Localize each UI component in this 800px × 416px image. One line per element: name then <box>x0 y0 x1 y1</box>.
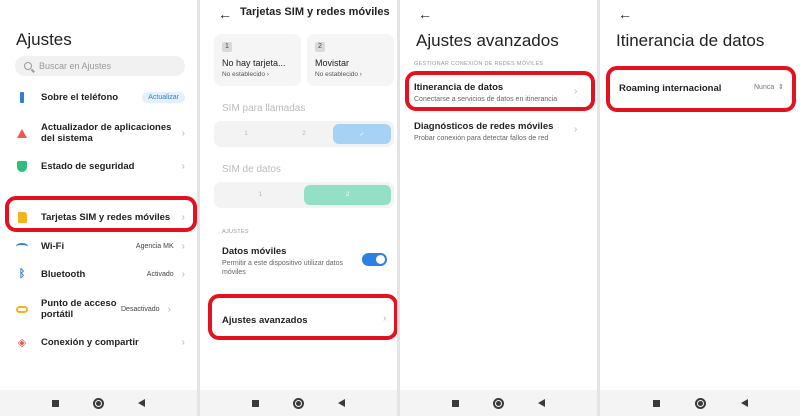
chevron-right-icon: › <box>181 127 185 139</box>
recent-apps-button[interactable] <box>449 396 463 410</box>
settings-item-security[interactable]: Estado de seguridad › <box>16 160 185 172</box>
search-placeholder: Buscar en Ajustes <box>39 61 112 71</box>
sim-status: No establecido › <box>222 71 269 78</box>
page-title: Tarjetas SIM y redes móviles <box>240 6 390 18</box>
back-button[interactable] <box>737 396 751 410</box>
nav-bar <box>0 390 197 416</box>
settings-item-label: Estado de seguridad <box>41 160 135 172</box>
mobile-data-title: Datos móviles <box>222 246 287 257</box>
highlight-roaming-international <box>606 66 796 112</box>
page-title: Ajustes <box>16 30 72 49</box>
phone-icon <box>16 91 28 103</box>
diagnostics-item-description: Probar conexión para detectar fallos de … <box>414 135 549 142</box>
calls-sim-option-1[interactable]: 1 <box>217 124 275 144</box>
recent-apps-button[interactable] <box>649 396 663 410</box>
sim-card-2[interactable]: 2 Movistar No establecido › <box>307 34 394 86</box>
highlight-advanced <box>208 294 397 340</box>
data-sim-option-1[interactable]: 1 <box>217 185 304 205</box>
screenshot-strip: Ajustes Buscar en Ajustes Sobre el teléf… <box>0 0 800 416</box>
back-button[interactable] <box>135 396 149 410</box>
settings-item-label: Bluetooth <box>41 268 86 280</box>
calls-sim-label: SIM para llamadas <box>222 103 306 114</box>
recent-apps-button[interactable] <box>49 396 63 410</box>
settings-item-label: Punto de acceso portátil <box>41 298 117 320</box>
chevron-right-icon: › <box>181 268 185 280</box>
page-title: Ajustes avanzados <box>416 31 559 50</box>
data-sim-label: SIM de datos <box>222 164 281 175</box>
settings-item-app-updater[interactable]: Actualizador de aplicaciones del sistema… <box>16 122 185 144</box>
section-label: AJUSTES <box>222 229 249 235</box>
arrow-up-icon <box>16 127 28 139</box>
settings-item-label: Sobre el teléfono <box>41 91 119 103</box>
panel-ajustes: Ajustes Buscar en Ajustes Sobre el teléf… <box>0 0 200 416</box>
data-sim-selector: 1 2 <box>214 182 394 208</box>
panel-sim-networks: ← Tarjetas SIM y redes móviles 1 No hay … <box>200 0 400 416</box>
settings-item-label: Actualizador de aplicaciones del sistema <box>41 122 172 144</box>
panel-roaming: ← Itinerancia de datos Roaming internaci… <box>600 0 800 416</box>
hotspot-icon <box>16 303 28 315</box>
search-input[interactable]: Buscar en Ajustes <box>15 56 185 76</box>
settings-item-label: Wi-Fi <box>41 240 65 252</box>
highlight-sim <box>5 196 197 232</box>
chevron-right-icon: › <box>167 303 171 315</box>
chevron-right-icon: › <box>181 240 185 252</box>
diagnostics-item-title[interactable]: Diagnósticos de redes móviles <box>414 121 553 132</box>
home-button[interactable] <box>292 396 306 410</box>
chevron-right-icon: › <box>574 124 578 135</box>
nav-bar <box>600 390 800 416</box>
shield-icon <box>16 160 28 172</box>
settings-item-value: Activado <box>146 270 174 278</box>
settings-item-value: Agencia MK <box>135 242 174 250</box>
chevron-right-icon: › <box>181 336 185 348</box>
search-icon <box>24 62 32 70</box>
nav-bar <box>200 390 397 416</box>
back-arrow-icon[interactable]: ← <box>218 6 232 22</box>
nav-bar <box>400 390 597 416</box>
home-button[interactable] <box>92 396 106 410</box>
back-arrow-icon[interactable]: ← <box>618 6 632 22</box>
calls-sim-selector: 1 2 ✓ <box>214 121 394 147</box>
share-icon: ◈ <box>17 336 27 349</box>
highlight-roaming <box>405 71 595 111</box>
panel-advanced: ← Ajustes avanzados GESTIONAR CONEXIÓN D… <box>400 0 600 416</box>
settings-item-about[interactable]: Sobre el teléfono Actualizar <box>16 91 185 103</box>
back-button[interactable] <box>335 396 349 410</box>
wifi-icon <box>16 240 28 252</box>
section-label: GESTIONAR CONEXIÓN DE REDES MÓVILES <box>414 61 544 67</box>
settings-item-hotspot[interactable]: Punto de acceso portátil Desactivado › <box>16 298 185 320</box>
back-button[interactable] <box>535 396 549 410</box>
sim-status: No establecido › <box>315 71 362 78</box>
data-sim-option-2[interactable]: 2 <box>304 185 391 205</box>
page-title: Itinerancia de datos <box>616 31 765 50</box>
sim-name: Movistar <box>315 58 350 68</box>
bluetooth-icon: ᛒ <box>18 268 26 280</box>
settings-item-wifi[interactable]: Wi-Fi Agencia MK › <box>16 240 185 252</box>
recent-apps-button[interactable] <box>249 396 263 410</box>
home-button[interactable] <box>693 396 707 410</box>
settings-item-bluetooth[interactable]: ᛒ Bluetooth Activado › <box>16 268 185 280</box>
sim-card-1[interactable]: 1 No hay tarjeta... No establecido › <box>214 34 301 86</box>
home-button[interactable] <box>492 396 506 410</box>
calls-sim-option-ask[interactable]: ✓ <box>333 124 391 144</box>
mobile-data-toggle[interactable] <box>362 253 387 266</box>
settings-item-value: Desactivado <box>121 305 160 313</box>
sim-slot-number: 1 <box>222 42 232 52</box>
settings-item-label: Conexión y compartir <box>41 336 139 348</box>
update-badge[interactable]: Actualizar <box>142 91 185 103</box>
mobile-data-description: Permitir a este dispositivo utilizar dat… <box>222 260 343 276</box>
chevron-right-icon: › <box>181 160 185 172</box>
sim-slot-number: 2 <box>315 42 325 52</box>
calls-sim-option-2[interactable]: 2 <box>275 124 333 144</box>
back-arrow-icon[interactable]: ← <box>418 6 432 22</box>
sim-name: No hay tarjeta... <box>222 58 286 68</box>
settings-item-connection-sharing[interactable]: ◈ Conexión y compartir › <box>16 336 185 349</box>
